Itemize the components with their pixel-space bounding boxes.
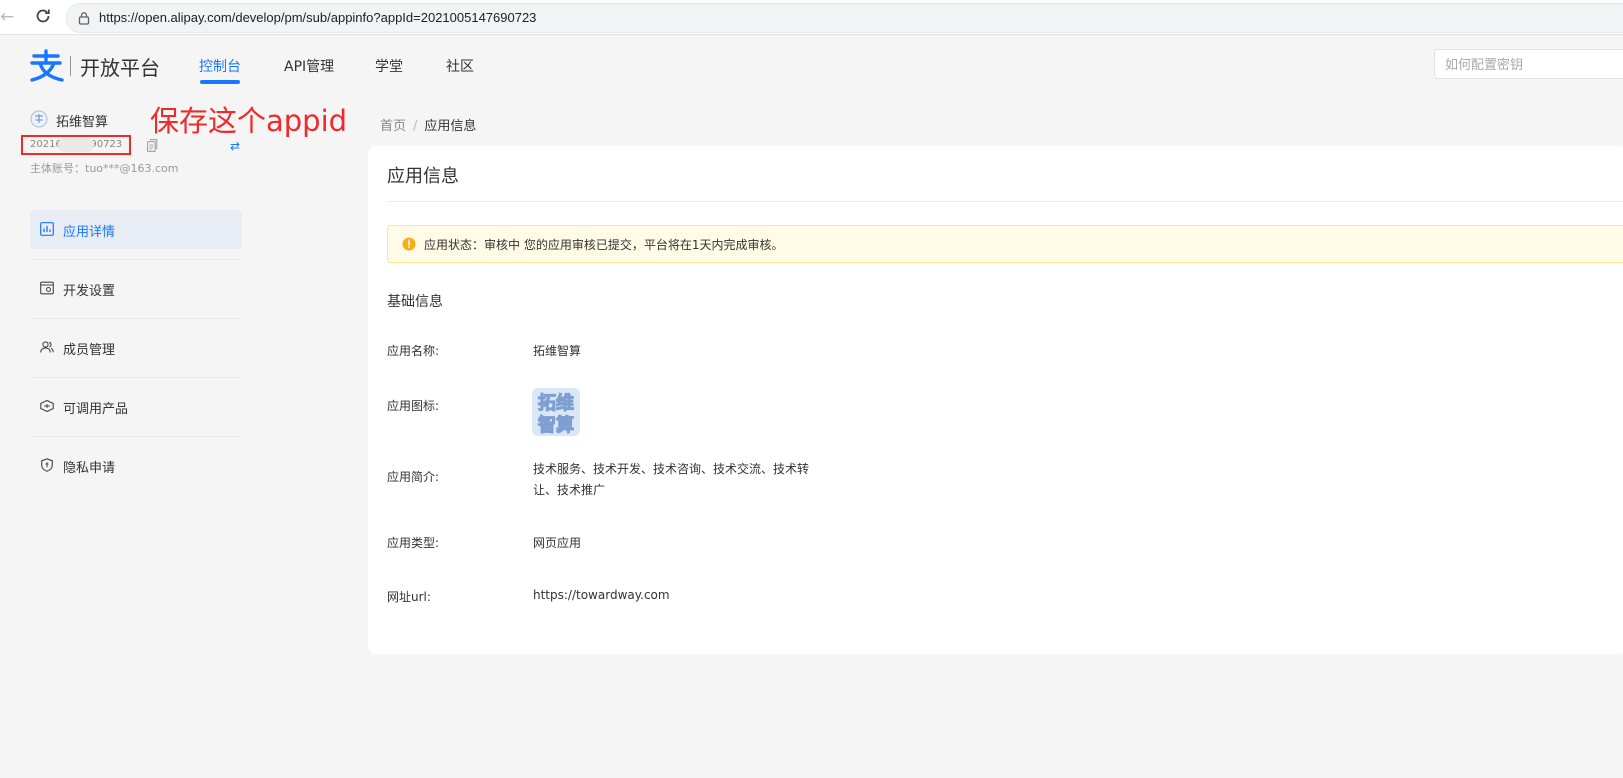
search-box[interactable]	[1434, 49, 1623, 79]
sidebar-item-app-details[interactable]: 应用详情	[30, 201, 242, 260]
sidebar-item-background: 可调用产品	[30, 387, 242, 426]
app-url-value: https://towardway.com	[533, 588, 670, 602]
breadcrumb-current: 应用信息	[424, 119, 477, 134]
url-text[interactable]: https://open.alipay.com/develop/pm/sub/a…	[99, 10, 536, 25]
app-name-value: 拓维智算	[533, 344, 582, 358]
lock-icon[interactable]	[77, 11, 91, 25]
search-input[interactable]	[1435, 50, 1623, 78]
products-icon	[40, 399, 54, 413]
sidebar-item-products[interactable]: 可调用产品	[30, 378, 242, 437]
sidebar-item-label: 隐私申请	[63, 461, 116, 476]
app-type-label: 应用类型:	[387, 536, 440, 550]
alipay-logo-icon[interactable]	[28, 49, 64, 83]
shield-icon	[41, 458, 53, 472]
sidebar-menu: 应用详情 开发设置 成员管理 可调用产品 隐私申请	[30, 201, 242, 495]
browser-toolbar: ← https://open.alipay.com/develop/pm/sub…	[0, 0, 1623, 35]
app-icon-label: 应用图标:	[387, 399, 440, 413]
section-title-basic-info: 基础信息	[387, 294, 443, 310]
sidebar-item-label: 开发设置	[63, 284, 116, 299]
address-bar[interactable]: https://open.alipay.com/develop/pm/sub/a…	[66, 3, 1623, 33]
status-alert-text: 应用状态：审核中 您的应用审核已提交，平台将在1天内完成审核。	[424, 238, 784, 252]
app-url-label: 网址url:	[387, 590, 431, 604]
nav-api-management[interactable]: API管理	[284, 56, 334, 76]
switch-app-icon[interactable]: ⇄	[230, 139, 240, 153]
logo-text[interactable]: 开放平台	[80, 52, 160, 81]
status-alert: 应用状态：审核中 您的应用审核已提交，平台将在1天内完成审核。	[387, 225, 1623, 263]
copy-icon[interactable]	[147, 139, 158, 152]
members-icon	[40, 341, 54, 353]
sidebar-item-label: 应用详情	[63, 225, 116, 240]
sidebar-item-privacy[interactable]: 隐私申请	[30, 437, 242, 495]
breadcrumb: 首页 / 应用信息	[380, 115, 476, 134]
nav-console[interactable]: 控制台	[199, 56, 241, 76]
app-avatar-icon	[30, 110, 48, 128]
nav-community[interactable]: 社区	[446, 56, 474, 76]
account-info: 主体账号：tuo***@163.com	[30, 162, 179, 175]
app-type-value: 网页应用	[533, 536, 582, 550]
settings-card-icon	[40, 281, 54, 295]
title-divider	[387, 201, 1623, 202]
sidebar-item-background: 开发设置	[30, 269, 242, 308]
app-info-card: 应用信息 应用状态：审核中 您的应用审核已提交，平台将在1天内完成审核。 基础信…	[368, 146, 1623, 654]
sidebar-item-background: 隐私申请	[30, 446, 242, 485]
sidebar-item-members[interactable]: 成员管理	[30, 319, 242, 378]
logo-divider	[70, 56, 71, 76]
sidebar-item-dev-settings[interactable]: 开发设置	[30, 260, 242, 319]
warning-icon	[402, 237, 416, 251]
app-icon-image: 拓维 智算	[532, 388, 580, 436]
breadcrumb-home[interactable]: 首页	[380, 119, 406, 134]
reload-icon[interactable]	[33, 6, 53, 26]
bar-chart-icon	[40, 222, 54, 236]
annotation-save-appid: 保存这个appid	[150, 104, 348, 138]
app-id-redaction	[58, 138, 94, 152]
app-name: 拓维智算	[56, 115, 109, 130]
page-title: 应用信息	[387, 166, 459, 187]
breadcrumb-separator: /	[413, 119, 418, 134]
top-header: 开放平台 控制台 API管理 学堂 社区	[0, 35, 1623, 95]
back-arrow-icon[interactable]: ←	[0, 6, 14, 28]
app-name-label: 应用名称:	[387, 344, 440, 358]
nav-academy[interactable]: 学堂	[375, 56, 403, 76]
app-icon-text-line2: 智算	[538, 414, 574, 436]
sidebar-item-background: 应用详情	[30, 210, 242, 249]
app-icon-text-line1: 拓维	[538, 392, 574, 414]
nav-active-indicator	[200, 80, 240, 84]
app-desc-value: 技术服务、技术开发、技术咨询、技术交流、技术转让、技术推广	[533, 462, 810, 497]
sidebar-item-label: 可调用产品	[63, 402, 129, 417]
sidebar-item-background: 成员管理	[30, 328, 242, 367]
sidebar-item-label: 成员管理	[63, 343, 116, 358]
app-desc-label: 应用简介:	[387, 470, 440, 484]
